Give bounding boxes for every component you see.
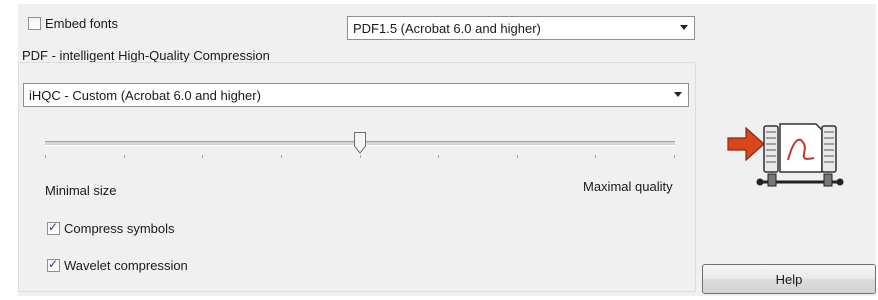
wavelet-compression-checkbox-box[interactable] [47, 257, 60, 272]
slider-min-label: Minimal size [45, 183, 117, 198]
compression-preset-selected: iHQC - Custom (Acrobat 6.0 and higher) [29, 87, 261, 103]
slider-max-label: Maximal quality [583, 179, 673, 194]
pdf-settings-panel: Embed fonts PDF1.5 (Acrobat 6.0 and high… [18, 4, 876, 296]
quality-slider[interactable] [45, 132, 675, 175]
compress-symbols-label: Compress symbols [64, 221, 175, 236]
help-button-label: Help [775, 271, 803, 287]
chevron-down-icon [680, 25, 688, 30]
embed-fonts-checkbox-box[interactable] [28, 17, 41, 30]
compress-symbols-checkbox[interactable]: Compress symbols [47, 220, 175, 236]
slider-tick [359, 155, 361, 158]
wavelet-compression-checkbox[interactable]: Wavelet compression [47, 257, 188, 273]
pdf-compression-press-icon [727, 123, 844, 187]
pdf-version-select[interactable]: PDF1.5 (Acrobat 6.0 and higher) [347, 16, 695, 40]
help-button[interactable]: Help [702, 264, 876, 294]
compression-group-box: iHQC - Custom (Acrobat 6.0 and higher) M… [18, 62, 696, 292]
embed-fonts-label: Embed fonts [45, 16, 118, 31]
wavelet-compression-label: Wavelet compression [64, 258, 188, 273]
slider-tick [674, 155, 675, 158]
slider-tick [438, 155, 440, 158]
compress-symbols-checkbox-box[interactable] [47, 220, 60, 235]
pdf-version-selected: PDF1.5 (Acrobat 6.0 and higher) [353, 20, 541, 36]
slider-tick [123, 155, 125, 158]
compression-group-title: PDF - intelligent High-Quality Compressi… [22, 48, 270, 63]
slider-tick [45, 155, 46, 158]
slider-tick [516, 155, 518, 158]
slider-tick [595, 155, 597, 158]
slider-tick [280, 155, 282, 158]
slider-tick [202, 155, 204, 158]
chevron-down-icon [674, 92, 682, 97]
embed-fonts-checkbox[interactable]: Embed fonts [28, 16, 118, 31]
quality-slider-thumb[interactable] [353, 131, 367, 155]
compression-preset-select[interactable]: iHQC - Custom (Acrobat 6.0 and higher) [23, 83, 689, 107]
